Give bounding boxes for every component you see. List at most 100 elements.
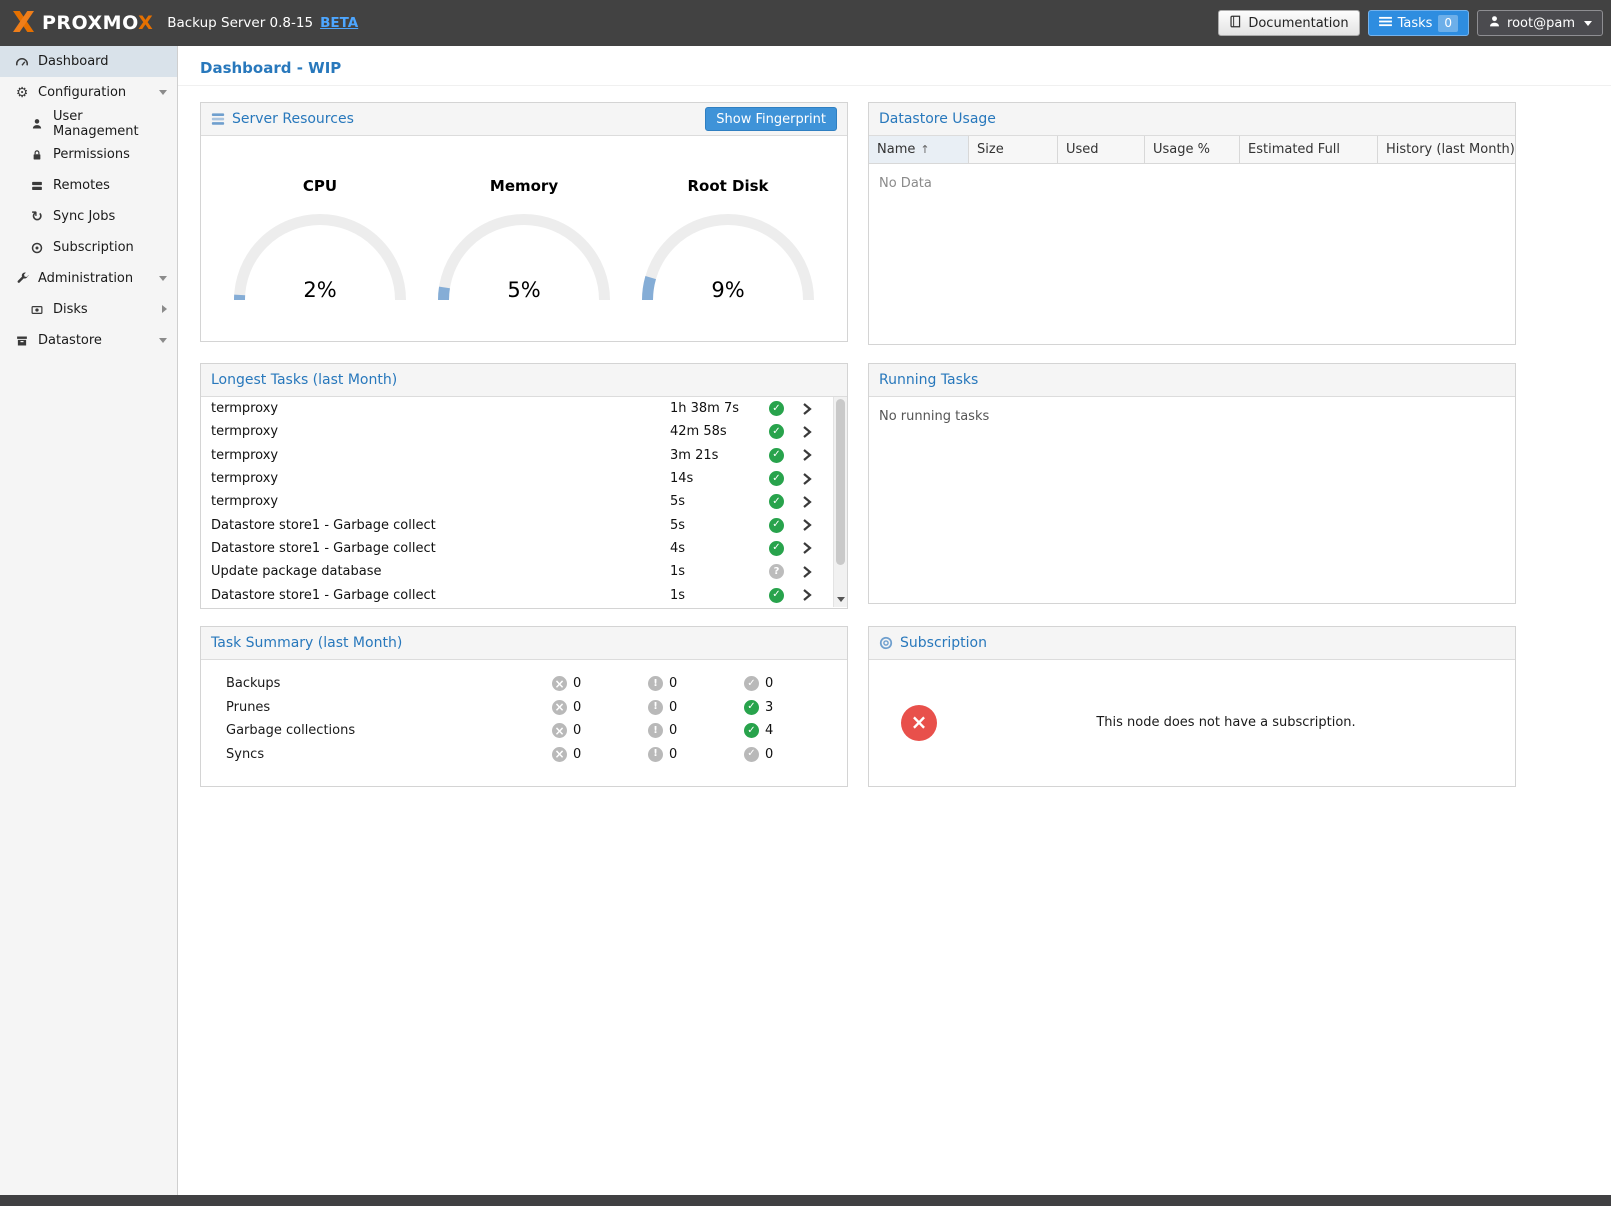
summary-errors-cell: 0 [552,676,648,691]
cpu-gauge: CPU 2% [231,136,409,306]
task-row[interactable]: Datastore store1 - Garbage collect 5s [201,513,832,536]
task-row[interactable]: termproxy 42m 58s [201,420,832,443]
archive-box-icon [12,335,32,347]
error-count-icon [552,723,567,738]
chevron-right-icon[interactable] [802,403,812,415]
collapse-arrow-icon[interactable] [159,90,167,95]
task-status-icon [769,401,784,416]
task-duration: 4s [670,541,769,556]
error-count: 0 [573,700,581,715]
tasks-count-badge: 0 [1438,15,1458,32]
warning-count-icon [648,676,663,691]
task-duration: 1s [670,588,769,603]
page-title: Dashboard - WIP [178,46,1611,86]
column-header-name[interactable]: Name ↑ [869,136,969,163]
chevron-right-icon[interactable] [802,496,812,508]
column-label: Estimated Full [1248,142,1340,157]
collapse-arrow-icon[interactable] [159,338,167,343]
topbar-actions: Documentation Tasks 0 root@pam [1218,10,1603,36]
task-name: termproxy [211,494,670,509]
warning-count: 0 [669,700,677,715]
task-duration: 42m 58s [670,424,769,439]
task-status-icon [769,588,784,603]
task-row[interactable]: termproxy 5s [201,490,832,513]
show-fingerprint-button[interactable]: Show Fingerprint [705,107,837,131]
table-header-row: Name ↑ Size Used Usage % Estimated Full … [869,136,1515,164]
column-header-usage-pct[interactable]: Usage % [1145,136,1240,163]
column-header-used[interactable]: Used [1058,136,1145,163]
task-name: termproxy [211,448,670,463]
chevron-right-icon[interactable] [802,426,812,438]
task-row[interactable]: Update package database 1s [201,560,832,583]
proxmox-wordmark: PROXMOX [42,12,153,34]
chevron-right-icon[interactable] [802,566,812,578]
empty-text: No running tasks [869,397,1515,436]
sidebar-item-dashboard[interactable]: Dashboard [0,46,177,77]
sidebar-item-remotes[interactable]: Remotes [0,170,177,201]
subscription-icon [879,636,893,650]
ok-count: 3 [765,700,773,715]
column-header-estimated-full[interactable]: Estimated Full [1240,136,1378,163]
ok-count-icon [744,747,759,762]
tachometer-icon [12,55,32,69]
chevron-right-icon[interactable] [802,542,812,554]
tasks-button[interactable]: Tasks 0 [1368,10,1469,36]
scroll-down-button[interactable] [834,593,847,606]
longest-tasks-panel: Longest Tasks (last Month) termproxy 1h … [200,363,848,609]
task-status-icon [769,564,784,579]
sidebar-item-user-management[interactable]: User Management [0,108,177,139]
scrollbar[interactable] [833,397,847,607]
task-duration: 1s [670,564,769,579]
sidebar-item-administration[interactable]: Administration [0,263,177,294]
task-row[interactable]: termproxy 3m 21s [201,444,832,467]
sidebar-item-sync-jobs[interactable]: ↻ Sync Jobs [0,201,177,232]
task-status-cell [769,401,802,416]
documentation-button[interactable]: Documentation [1218,10,1359,36]
summary-ok-cell: 3 [744,700,840,715]
column-label: Usage % [1153,142,1210,157]
task-list-icon [1379,16,1392,31]
error-count-icon [552,700,567,715]
sidebar-item-permissions[interactable]: Permissions [0,139,177,170]
task-row[interactable]: Datastore store1 - Garbage collect 1s [201,583,832,606]
datastore-usage-panel: Datastore Usage Name ↑ Size Used Usage %… [868,102,1516,345]
sidebar-item-label: Permissions [53,147,130,162]
chevron-right-icon[interactable] [802,449,812,461]
task-row[interactable]: termproxy 14s [201,467,832,490]
memory-gauge: Memory 5% [435,136,613,306]
chevron-right-icon[interactable] [802,519,812,531]
gauge-label: CPU [231,177,409,195]
gears-icon: ⚙ [12,85,32,101]
sidebar-item-datastore[interactable]: Datastore [0,325,177,356]
scrollbar-thumb[interactable] [836,399,845,565]
column-header-history[interactable]: History (last Month) [1378,136,1515,163]
task-status-cell [769,424,802,439]
task-name: Datastore store1 - Garbage collect [211,541,670,556]
column-label: Size [977,142,1004,157]
collapse-arrow-icon[interactable] [159,276,167,281]
gauge-label: Root Disk [639,177,817,195]
task-row[interactable]: Datastore store1 - Garbage collect 4s [201,537,832,560]
task-duration: 5s [670,494,769,509]
task-row[interactable]: termproxy 1h 38m 7s [201,397,832,420]
sidebar-item-subscription[interactable]: Subscription [0,232,177,263]
task-status-cell [769,541,802,556]
summary-label: Syncs [201,747,552,762]
refresh-icon: ↻ [27,209,47,225]
column-header-size[interactable]: Size [969,136,1058,163]
chevron-right-icon[interactable] [802,589,812,601]
gauge-value-text: 5% [435,278,613,302]
expand-arrow-icon[interactable] [162,305,167,313]
summary-warnings-cell: 0 [648,723,744,738]
user-menu-button[interactable]: root@pam [1477,10,1603,36]
chevron-right-icon[interactable] [802,473,812,485]
task-status-cell [769,448,802,463]
beta-link[interactable]: BETA [320,15,358,31]
sidebar-item-label: Sync Jobs [53,209,115,224]
sidebar-item-configuration[interactable]: ⚙ Configuration [0,77,177,108]
task-name: termproxy [211,401,670,416]
support-ring-icon [27,242,47,254]
sidebar-item-label: Subscription [53,240,134,255]
button-label: Tasks [1398,16,1433,31]
sidebar-item-disks[interactable]: Disks [0,294,177,325]
